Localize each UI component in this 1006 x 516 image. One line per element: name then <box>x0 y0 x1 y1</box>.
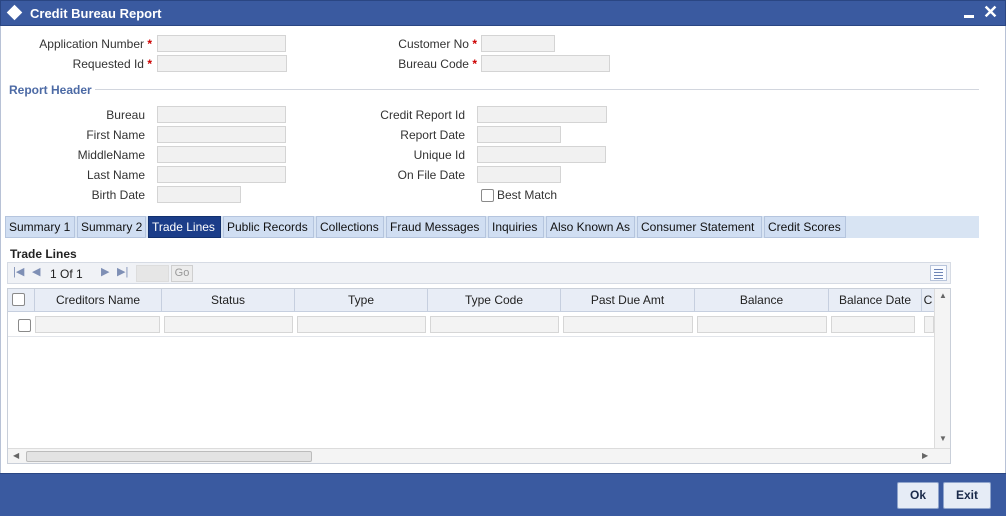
truncated-cell[interactable] <box>924 316 934 333</box>
best-match-label: Best Match <box>497 188 558 202</box>
balance-date-cell[interactable] <box>831 316 915 333</box>
unique-id-input[interactable] <box>477 146 606 163</box>
tab-collections[interactable]: Collections <box>316 216 384 238</box>
tab-inquiries[interactable]: Inquiries <box>488 216 544 238</box>
balance-cell[interactable] <box>697 316 827 333</box>
type-cell[interactable] <box>297 316 426 333</box>
close-icon[interactable]: ✕ <box>983 2 998 22</box>
on-file-date-input[interactable] <box>477 166 561 183</box>
customer-no-input[interactable] <box>481 35 555 52</box>
tab-summary-2[interactable]: Summary 2 <box>77 216 146 238</box>
middle-name-input[interactable] <box>157 146 286 163</box>
grid-pager: |◀ ◀ 1 Of 1 ▶ ▶| Go <box>7 262 951 284</box>
customer-no-label: Customer No * <box>398 37 477 51</box>
next-page-icon[interactable]: ▶ <box>101 265 109 278</box>
column-header-type-code[interactable]: Type Code <box>428 289 561 311</box>
report-date-input[interactable] <box>477 126 561 143</box>
column-header-type[interactable]: Type <box>295 289 428 311</box>
last-name-label: Last Name <box>86 168 145 182</box>
unique-id-label: Unique Id <box>413 148 465 162</box>
grid-header-row: Creditors Name Status Type Type Code Pas… <box>8 289 934 312</box>
best-match-checkbox[interactable] <box>481 189 494 202</box>
scroll-right-icon[interactable]: ▶ <box>922 451 928 460</box>
requested-id-label: Requested Id * <box>72 57 152 71</box>
application-number-input[interactable] <box>157 35 286 52</box>
row-checkbox[interactable] <box>18 319 31 332</box>
tab-trade-lines[interactable]: Trade Lines <box>148 216 221 238</box>
credit-report-id-label: Credit Report Id <box>380 108 465 122</box>
bureau-code-input[interactable] <box>481 55 610 72</box>
credit-report-id-input[interactable] <box>477 106 607 123</box>
first-name-input[interactable] <box>157 126 286 143</box>
birth-date-label: Birth Date <box>91 188 145 202</box>
status-cell[interactable] <box>164 316 293 333</box>
bureau-code-label: Bureau Code * <box>398 57 477 71</box>
birth-date-input[interactable] <box>157 186 241 203</box>
app-diamond-icon <box>6 4 23 21</box>
minimize-icon[interactable] <box>963 3 975 23</box>
tab-public-records[interactable]: Public Records <box>223 216 314 238</box>
tab-credit-scores[interactable]: Credit Scores <box>764 216 846 238</box>
scroll-down-icon[interactable]: ▼ <box>939 434 947 443</box>
column-header-status[interactable]: Status <box>162 289 295 311</box>
scroll-up-icon[interactable]: ▲ <box>939 291 947 300</box>
first-page-icon[interactable]: |◀ <box>13 265 24 278</box>
bureau-input[interactable] <box>157 106 286 123</box>
go-button[interactable]: Go <box>171 265 193 282</box>
ok-button[interactable]: Ok <box>897 482 939 509</box>
window-title-bar: Credit Bureau Report ✕ <box>0 0 1006 26</box>
tab-fraud-messages[interactable]: Fraud Messages <box>386 216 486 238</box>
first-name-label: First Name <box>86 128 145 142</box>
last-page-icon[interactable]: ▶| <box>117 265 128 278</box>
vertical-scrollbar[interactable]: ▲ ▼ <box>934 289 950 448</box>
page-number-input[interactable] <box>136 265 169 282</box>
table-row <box>8 313 934 337</box>
trade-lines-grid: Creditors Name Status Type Type Code Pas… <box>7 288 951 464</box>
horizontal-scrollbar[interactable]: ◀ ▶ <box>8 448 950 463</box>
select-all-checkbox[interactable] <box>12 293 25 306</box>
column-header-balance-date[interactable]: Balance Date <box>829 289 922 311</box>
tab-summary-1[interactable]: Summary 1 <box>5 216 75 238</box>
past-due-amt-cell[interactable] <box>563 316 693 333</box>
previous-page-icon[interactable]: ◀ <box>32 265 40 278</box>
grid-settings-icon[interactable] <box>930 265 947 281</box>
column-header-balance[interactable]: Balance <box>695 289 829 311</box>
middle-name-label: MiddleName <box>77 148 145 162</box>
report-header-title: Report Header <box>9 83 92 97</box>
scroll-left-icon[interactable]: ◀ <box>13 451 19 460</box>
select-all-cell <box>8 289 35 311</box>
page-indicator: 1 Of 1 <box>50 267 83 281</box>
requested-id-input[interactable] <box>157 55 287 72</box>
trade-lines-title: Trade Lines <box>10 247 77 261</box>
column-header-truncated[interactable]: C <box>922 289 934 311</box>
column-header-creditors-name[interactable]: Creditors Name <box>35 289 162 311</box>
horizontal-scroll-thumb[interactable] <box>26 451 312 462</box>
section-divider <box>95 89 979 90</box>
application-number-label: Application Number * <box>39 37 152 51</box>
last-name-input[interactable] <box>157 166 286 183</box>
on-file-date-label: On File Date <box>397 168 465 182</box>
tab-strip: Summary 1 Summary 2 Trade Lines Public R… <box>5 216 979 238</box>
tab-also-known-as[interactable]: Also Known As <box>546 216 635 238</box>
creditors-name-cell[interactable] <box>35 316 160 333</box>
bureau-label: Bureau <box>106 108 145 122</box>
type-code-cell[interactable] <box>430 316 559 333</box>
exit-button[interactable]: Exit <box>943 482 991 509</box>
tab-consumer-statement[interactable]: Consumer Statement <box>637 216 762 238</box>
report-date-label: Report Date <box>400 128 465 142</box>
footer-bar: Ok Exit <box>0 473 1006 516</box>
window-title: Credit Bureau Report <box>30 6 162 21</box>
column-header-past-due-amt[interactable]: Past Due Amt <box>561 289 695 311</box>
